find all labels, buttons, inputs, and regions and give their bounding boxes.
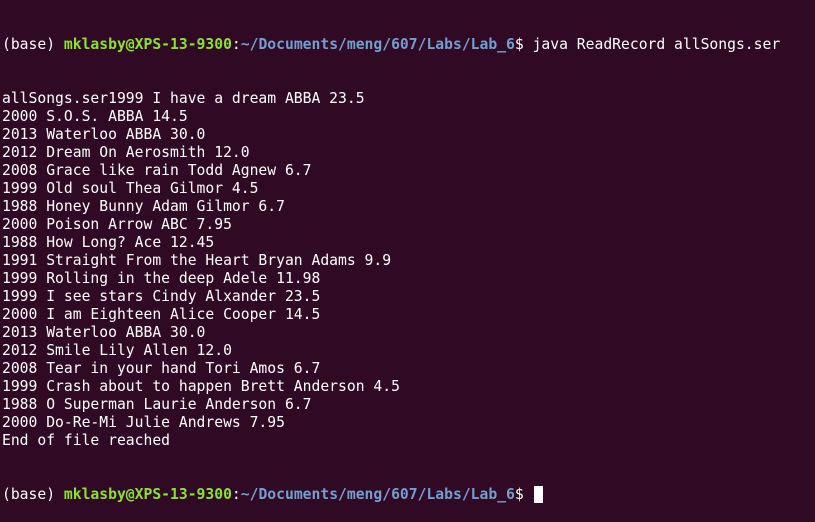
output-line: 2012 Dream On Aerosmith 12.0	[2, 144, 250, 161]
working-directory: ~/Documents/meng/607/Labs/Lab_6	[240, 486, 515, 503]
active-prompt-line[interactable]: (base) mklasby@XPS-13-9300:~/Documents/m…	[2, 486, 815, 504]
output-line: End of file reached	[2, 432, 171, 449]
output-line: allSongs.ser1999 I have a dream ABBA 23.…	[2, 90, 365, 107]
output-line: 1999 Rolling in the deep Adele 11.98	[2, 270, 321, 287]
terminal-window[interactable]: (base) mklasby@XPS-13-9300:~/Documents/m…	[0, 0, 815, 503]
user-host: mklasby@XPS-13-9300	[63, 36, 232, 53]
output-line: 1999 Crash about to happen Brett Anderso…	[2, 378, 400, 395]
output-line: 2008 Tear in your hand Tori Amos 6.7	[2, 360, 321, 377]
output-line: 1988 O Superman Laurie Anderson 6.7	[2, 396, 312, 413]
user-host: mklasby@XPS-13-9300	[63, 486, 232, 503]
prompt-symbol: $	[514, 36, 533, 53]
command-line: (base) mklasby@XPS-13-9300:~/Documents/m…	[2, 36, 815, 54]
output-line: 2000 I am Eighteen Alice Cooper 14.5	[2, 306, 321, 323]
text-cursor[interactable]	[533, 486, 543, 503]
output-line: 1991 Straight From the Heart Bryan Adams…	[2, 252, 392, 269]
prompt-separator: :	[231, 36, 241, 53]
output-line: 2013 Waterloo ABBA 30.0	[2, 324, 206, 341]
output-line: 2013 Waterloo ABBA 30.0	[2, 126, 206, 143]
output-line: 1988 How Long? Ace 12.45	[2, 234, 215, 251]
output-line: 1988 Honey Bunny Adam Gilmor 6.7	[2, 198, 285, 215]
conda-env: (base)	[2, 486, 64, 503]
working-directory: ~/Documents/meng/607/Labs/Lab_6	[240, 36, 515, 53]
output-line: 1999 I see stars Cindy Alxander 23.5	[2, 288, 321, 305]
output-line: 2000 S.O.S. ABBA 14.5	[2, 108, 188, 125]
conda-env: (base)	[2, 36, 64, 53]
output-line: 2012 Smile Lily Allen 12.0	[2, 342, 232, 359]
output-line: 2000 Poison Arrow ABC 7.95	[2, 216, 232, 233]
output-line: 2000 Do-Re-Mi Julie Andrews 7.95	[2, 414, 285, 431]
command-text: java ReadRecord allSongs.ser	[532, 36, 781, 53]
output-line: 1999 Old soul Thea Gilmor 4.5	[2, 180, 259, 197]
prompt-separator: :	[231, 486, 241, 503]
command-output: allSongs.ser1999 I have a dream ABBA 23.…	[2, 90, 815, 450]
prompt-symbol: $	[514, 486, 533, 503]
output-line: 2008 Grace like rain Todd Agnew 6.7	[2, 162, 312, 179]
